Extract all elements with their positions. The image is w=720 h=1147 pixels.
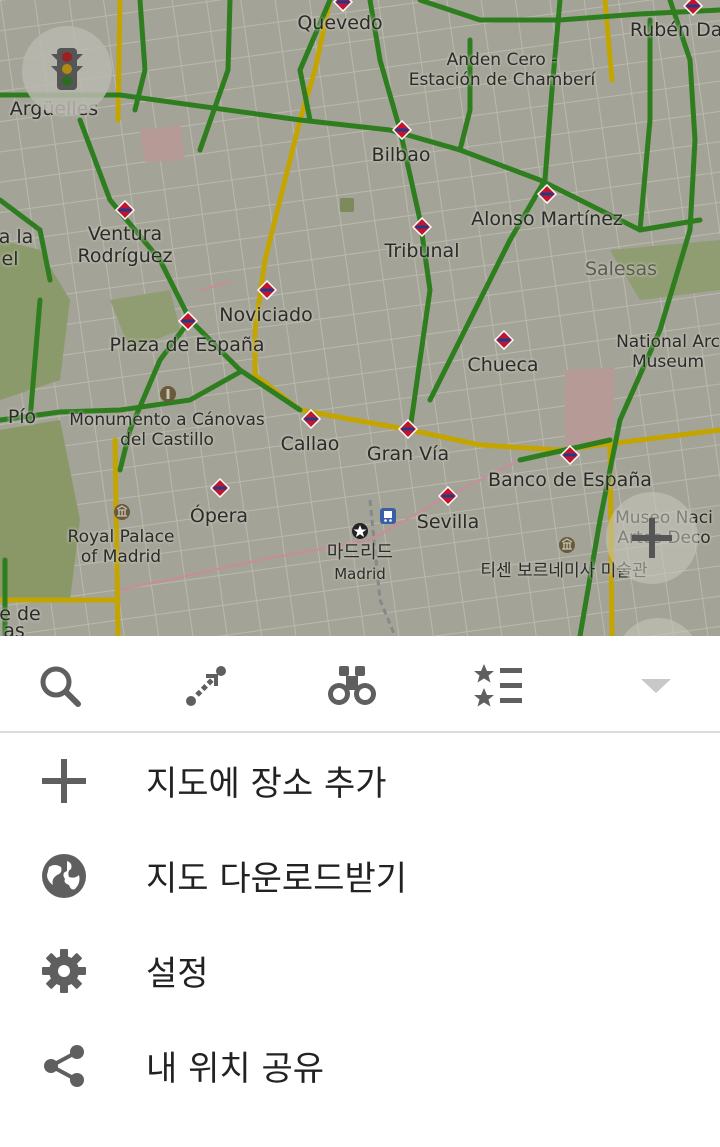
menu-item-label: 지도에 장소 추가 <box>146 764 387 804</box>
traffic-button[interactable] <box>22 26 112 116</box>
metro-station-icon[interactable] <box>178 311 198 331</box>
map-label-plaza-de-espana: Plaza de España <box>109 334 265 356</box>
search-button[interactable] <box>32 658 88 714</box>
monument-icon[interactable] <box>158 384 178 404</box>
metro-station-icon[interactable] <box>398 419 418 439</box>
bookmarks-button[interactable] <box>470 658 526 714</box>
metro-station-icon[interactable] <box>333 0 353 12</box>
map-label-ruben-dario: Rubén Dar <box>629 19 720 41</box>
metro-station-icon[interactable] <box>257 280 277 300</box>
map-label-bilbao: Bilbao <box>371 144 431 166</box>
menu-item-add-place[interactable]: 지도에 장소 추가 <box>0 733 720 828</box>
map-label-opera: Ópera <box>189 505 249 527</box>
map-label-alonso-martinez: Alonso Martínez <box>471 208 623 230</box>
menu-item-label: 설정 <box>146 954 209 994</box>
map-label-royal-palace: Royal Palace of Madrid <box>67 527 175 567</box>
map-label-madrid: Madrid <box>334 565 386 583</box>
collapse-button[interactable] <box>628 658 684 714</box>
traffic-light-icon <box>47 46 87 96</box>
gear-icon <box>40 947 88 995</box>
metro-station-icon[interactable] <box>438 486 458 506</box>
map-label-monumento: Monumento a Cánovas del Castillo <box>69 410 265 450</box>
route-icon <box>182 662 230 710</box>
map-label-callao: Callao <box>280 433 340 455</box>
museum-icon[interactable] <box>557 535 577 555</box>
route-button[interactable] <box>178 658 234 714</box>
bottom-menu-sheet: 지도에 장소 추가 지도 다운로드받기 설정 내 위치 공유 <box>0 636 720 1147</box>
map-label-sevilla: Sevilla <box>416 511 480 533</box>
plus-icon <box>40 757 88 805</box>
chevron-down-icon <box>640 676 672 696</box>
menu-item-label: 내 위치 공유 <box>146 1049 325 1089</box>
map-label-anden-cero: Anden Cero - Estación de Chamberí <box>408 50 596 90</box>
map-label-chueca: Chueca <box>467 354 539 376</box>
map-view[interactable]: Argüelles Quevedo Rubén Dar Anden Cero -… <box>0 0 720 636</box>
map-label-noviciado: Noviciado <box>219 304 313 326</box>
plus-icon <box>632 518 672 558</box>
app-root: Argüelles Quevedo Rubén Dar Anden Cero -… <box>0 0 720 1147</box>
map-label-national-museum: National Arc Museum <box>616 332 720 372</box>
map-label-banco-de-espana: Banco de España <box>488 469 652 491</box>
bookmarks-list-icon <box>472 662 524 710</box>
palace-icon[interactable] <box>112 502 132 522</box>
capital-star-icon <box>350 521 370 541</box>
map-label-pio: Pío <box>7 406 37 428</box>
zoom-in-button[interactable] <box>606 492 698 584</box>
map-label-tribunal: Tribunal <box>384 240 460 262</box>
metro-station-icon[interactable] <box>560 445 580 465</box>
menu-item-settings[interactable]: 설정 <box>0 923 720 1018</box>
menu-item-label: 지도 다운로드받기 <box>146 859 408 899</box>
search-icon <box>36 662 84 710</box>
metro-station-icon[interactable] <box>412 217 432 237</box>
menu-item-share-location[interactable]: 내 위치 공유 <box>0 1018 720 1113</box>
map-label-ventura-rodriguez: Ventura Rodríguez <box>77 223 173 267</box>
map-label-edge: as <box>3 620 25 636</box>
menu-item-download-maps[interactable]: 지도 다운로드받기 <box>0 828 720 923</box>
map-label-salesas: Salesas <box>584 258 658 280</box>
train-station-icon[interactable] <box>378 506 398 526</box>
map-label-madrid-ko: 마드리드 <box>326 542 394 563</box>
map-label-edge: a la <box>0 226 34 248</box>
metro-station-icon[interactable] <box>494 330 514 350</box>
map-label-quevedo: Quevedo <box>297 12 383 34</box>
metro-station-icon[interactable] <box>683 0 703 16</box>
metro-station-icon[interactable] <box>537 184 557 204</box>
metro-station-icon[interactable] <box>301 409 321 429</box>
map-label-gran-via: Gran Vía <box>366 443 450 465</box>
share-icon <box>40 1042 88 1090</box>
metro-station-icon[interactable] <box>392 120 412 140</box>
metro-station-icon[interactable] <box>210 478 230 498</box>
metro-station-icon[interactable] <box>115 200 135 220</box>
globe-icon <box>40 852 88 900</box>
discovery-button[interactable] <box>324 658 380 714</box>
poi-icon[interactable] <box>337 195 357 215</box>
toolbar <box>0 636 720 733</box>
map-label-edge: el <box>1 248 19 270</box>
binoculars-icon <box>326 664 378 708</box>
